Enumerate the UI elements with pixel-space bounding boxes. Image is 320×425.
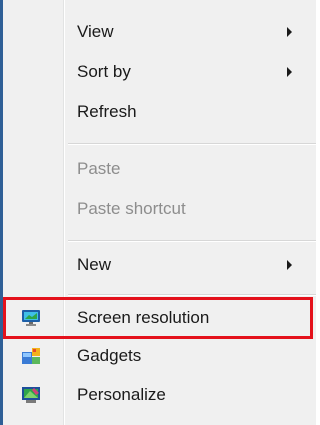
menu-item-label: Personalize bbox=[77, 385, 166, 404]
menu-item-paste-shortcut: Paste shortcut bbox=[3, 192, 316, 226]
menu-item-label: Paste bbox=[77, 159, 121, 178]
menu-item-refresh[interactable]: Refresh bbox=[3, 95, 316, 129]
submenu-arrow-icon bbox=[287, 260, 292, 270]
menu-separator bbox=[68, 294, 316, 296]
menu-item-new[interactable]: New bbox=[3, 248, 316, 282]
menu-item-label: Paste shortcut bbox=[77, 199, 186, 218]
personalize-icon bbox=[22, 387, 40, 403]
highlight-box bbox=[3, 297, 313, 339]
menu-separator bbox=[68, 240, 316, 242]
menu-item-label: New bbox=[77, 255, 112, 274]
gadgets-icon bbox=[22, 348, 40, 364]
menu-item-view[interactable]: View bbox=[3, 15, 316, 49]
menu-item-personalize[interactable]: Personalize bbox=[3, 378, 316, 412]
menu-item-sort-by[interactable]: Sort by bbox=[3, 55, 316, 89]
menu-item-label: Gadgets bbox=[77, 346, 142, 365]
desktop-context-menu: View Sort by Refresh Paste Paste shortcu… bbox=[0, 0, 316, 425]
submenu-arrow-icon bbox=[287, 67, 292, 77]
menu-separator bbox=[68, 143, 316, 145]
menu-item-label: Refresh bbox=[77, 102, 137, 121]
menu-item-gadgets[interactable]: Gadgets bbox=[3, 339, 316, 373]
menu-item-paste: Paste bbox=[3, 152, 316, 186]
submenu-arrow-icon bbox=[287, 27, 292, 37]
menu-item-label: Sort by bbox=[77, 62, 131, 81]
menu-item-label: View bbox=[77, 22, 114, 41]
